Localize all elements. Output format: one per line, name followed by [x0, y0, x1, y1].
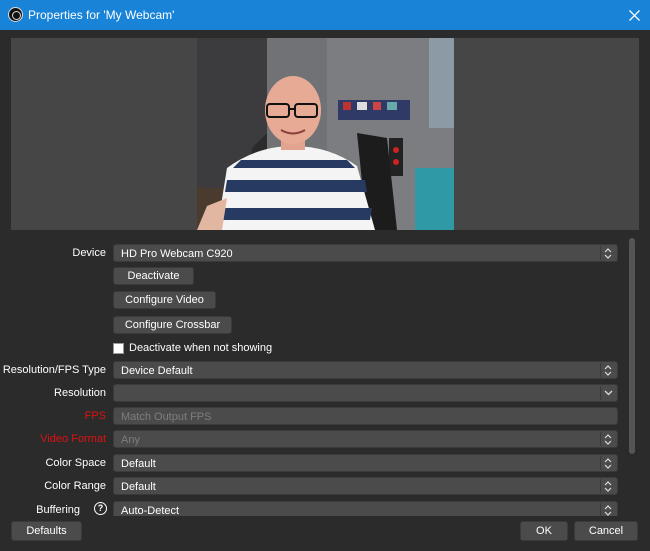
updown-arrows-icon [600, 456, 615, 470]
deactivate-when-not-showing-label: Deactivate when not showing [129, 342, 273, 354]
color-range-row: Color Range Default [0, 477, 620, 495]
video-format-row: Video Format Any [0, 430, 620, 448]
configure-crossbar-button[interactable]: Configure Crossbar [113, 316, 232, 334]
webcam-preview [197, 38, 454, 230]
cancel-button[interactable]: Cancel [574, 521, 638, 541]
resolution-fps-type-label: Resolution/FPS Type [2, 364, 106, 376]
updown-arrows-icon [600, 503, 615, 516]
updown-arrows-icon [600, 479, 615, 493]
deactivate-when-not-showing-row[interactable]: Deactivate when not showing [113, 341, 272, 355]
obs-logo-icon [8, 7, 23, 22]
fps-select: Match Output FPS [113, 407, 618, 425]
buffering-select[interactable]: Auto-Detect [113, 501, 618, 516]
color-space-select[interactable]: Default [113, 454, 618, 472]
properties-panel: Device HD Pro Webcam C920 Deactivate Con… [0, 238, 630, 516]
color-space-label: Color Space [45, 457, 106, 469]
properties-scrollbar[interactable] [629, 238, 637, 454]
updown-arrows-icon [600, 363, 615, 377]
preview-area [11, 38, 639, 230]
color-range-select[interactable]: Default [113, 477, 618, 495]
video-format-label: Video Format [40, 433, 106, 445]
close-button[interactable] [618, 0, 650, 30]
fps-row: FPS Match Output FPS [0, 407, 620, 425]
fps-label: FPS [84, 410, 106, 422]
window-title: Properties for 'My Webcam' [28, 8, 175, 22]
configure-video-button[interactable]: Configure Video [113, 291, 216, 309]
color-space-row: Color Space Default [0, 454, 620, 472]
resolution-fps-type-select[interactable]: Device Default [113, 361, 618, 379]
resolution-combobox[interactable] [113, 384, 618, 402]
resolution-label: Resolution [54, 387, 106, 399]
buffering-label: Buffering [36, 504, 80, 516]
device-select[interactable]: HD Pro Webcam C920 [113, 244, 618, 262]
resolution-row: Resolution [0, 384, 620, 402]
help-icon[interactable]: ? [94, 502, 107, 515]
defaults-button[interactable]: Defaults [11, 521, 82, 541]
ok-button[interactable]: OK [520, 521, 568, 541]
color-range-value: Default [121, 481, 156, 493]
title-bar: Properties for 'My Webcam' [0, 0, 650, 30]
color-space-value: Default [121, 458, 156, 470]
video-format-value: Any [121, 434, 140, 446]
buffering-row: Buffering ? Auto-Detect [0, 501, 620, 516]
chevron-down-icon[interactable] [600, 386, 615, 400]
updown-arrows-icon [600, 246, 615, 260]
device-value: HD Pro Webcam C920 [121, 248, 233, 260]
device-row: Device HD Pro Webcam C920 [0, 244, 620, 262]
video-format-select[interactable]: Any [113, 430, 618, 448]
buffering-value: Auto-Detect [121, 505, 180, 516]
resolution-fps-type-value: Device Default [121, 365, 193, 377]
fps-value: Match Output FPS [121, 411, 212, 423]
updown-arrows-icon [600, 432, 615, 446]
deactivate-button[interactable]: Deactivate [113, 267, 194, 285]
webcam-preview-image [197, 38, 454, 230]
close-icon [628, 9, 640, 21]
scrollbar-thumb[interactable] [629, 238, 635, 454]
resolution-fps-type-row: Resolution/FPS Type Device Default [0, 361, 620, 379]
deactivate-when-not-showing-checkbox[interactable] [113, 342, 124, 354]
device-label: Device [72, 247, 106, 259]
color-range-label: Color Range [44, 480, 106, 492]
